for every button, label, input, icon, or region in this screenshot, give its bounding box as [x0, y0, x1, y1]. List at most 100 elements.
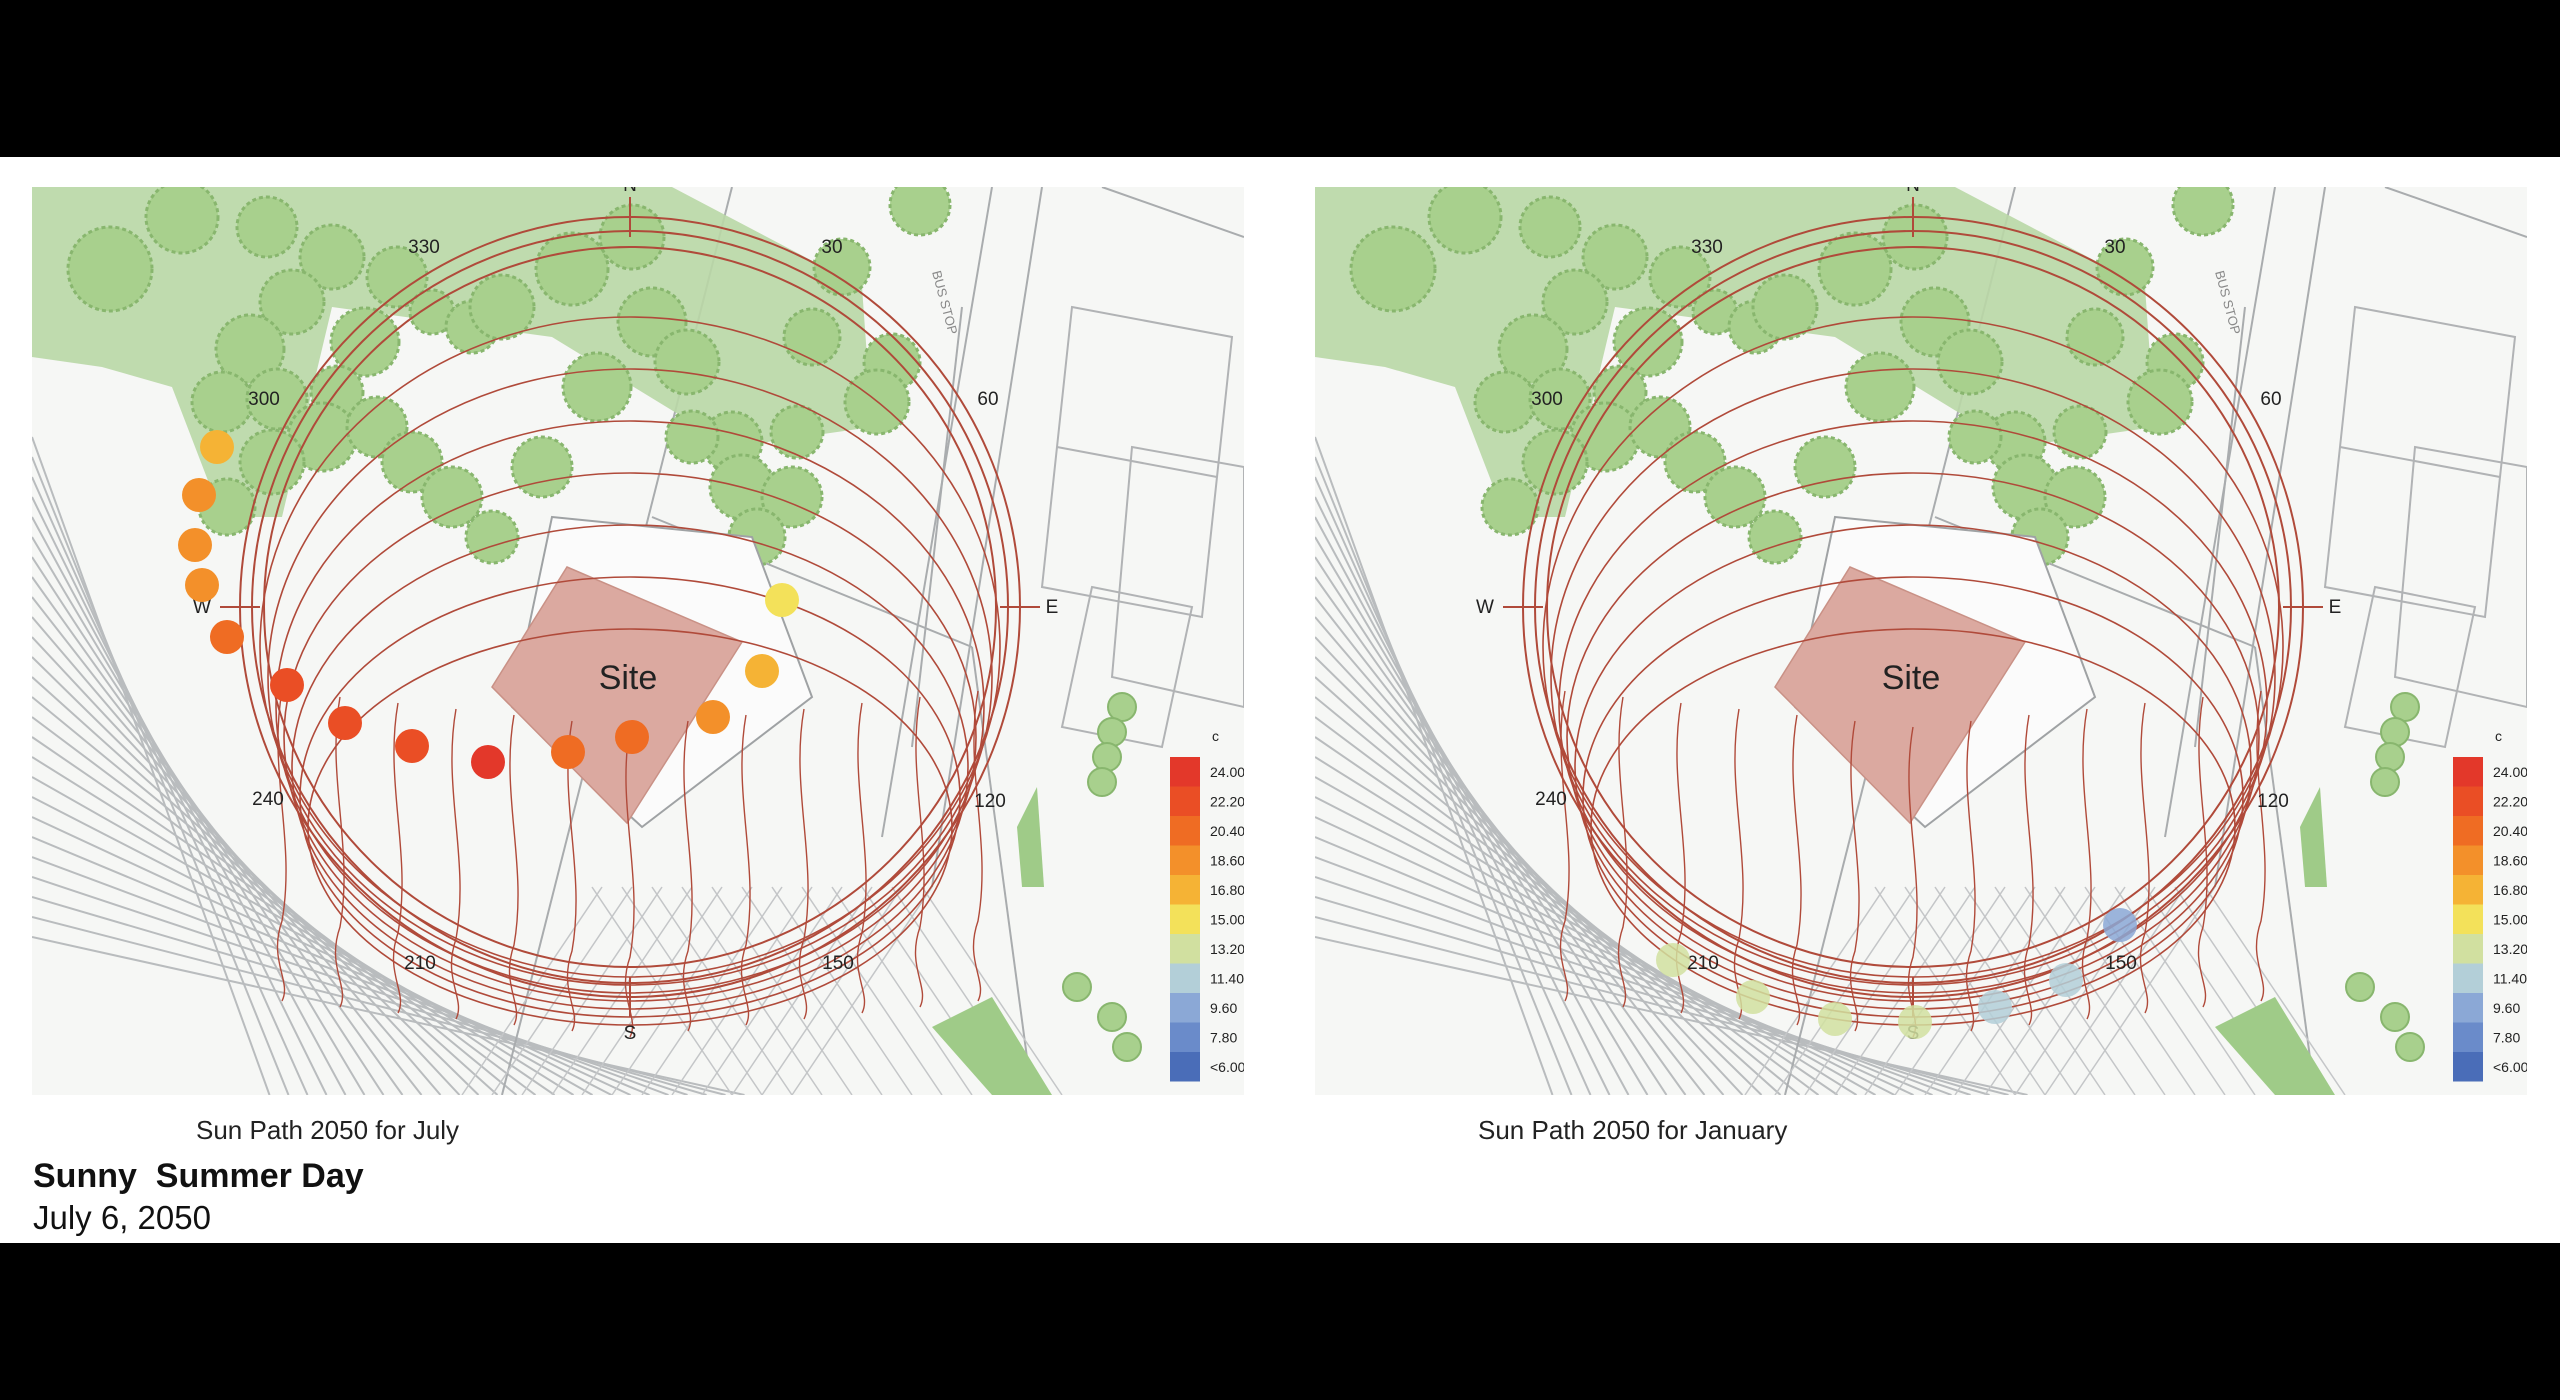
legend-swatch	[1170, 875, 1200, 905]
tree	[782, 307, 842, 367]
compass-120-label: 120	[974, 791, 1006, 812]
tree	[190, 370, 254, 434]
july-caption: Sun Path 2050 for July	[196, 1115, 460, 1145]
legend-swatch	[1170, 1052, 1200, 1082]
legend-label: 20.40	[2493, 823, 2527, 839]
sun-position-marker	[765, 583, 799, 617]
legend-swatch	[1170, 963, 1200, 993]
compass-150-label: 150	[2105, 953, 2137, 974]
sun-position-marker	[615, 720, 649, 754]
compass-240-label: 240	[1535, 789, 1567, 810]
sun-position-marker	[395, 729, 429, 763]
tree	[534, 231, 610, 307]
site-plan: SiteBUS STOPNSWE3060120150210240300330c2…	[32, 187, 1244, 1095]
compass-60-label: 60	[977, 389, 998, 410]
day-date: July 6, 2050	[33, 1199, 211, 1236]
tree	[1947, 409, 2003, 465]
tree	[2370, 767, 2400, 797]
legend-swatch	[2453, 757, 2483, 787]
compass-south-label: S	[624, 1023, 637, 1044]
sun-path-january-panel: SiteBUS STOPNSWE3060120150210240300330c2…	[1315, 187, 2527, 1095]
compass-east-label: E	[1046, 597, 1059, 618]
legend-unit: c	[2495, 728, 2502, 744]
legend-swatch	[2453, 786, 2483, 816]
legend-label: <6.00	[1210, 1059, 1244, 1075]
legend-label: 18.60	[2493, 853, 2527, 869]
compass-300-label: 300	[1531, 389, 1563, 410]
legend-swatch	[2453, 993, 2483, 1023]
tree	[1473, 370, 1537, 434]
legend-swatch	[2453, 816, 2483, 846]
legend-swatch	[2453, 963, 2483, 993]
tree	[2380, 717, 2410, 747]
tree	[1092, 742, 1122, 772]
legend-label: 9.60	[1210, 1000, 1237, 1016]
tree	[1427, 187, 1503, 255]
tree	[2380, 1002, 2410, 1032]
tree	[510, 435, 574, 499]
tree	[464, 509, 520, 565]
legend-label: 22.20	[2493, 794, 2527, 810]
tree	[1097, 1002, 1127, 1032]
site-label: Site	[1882, 659, 1941, 697]
tree	[653, 328, 721, 396]
sun-position-marker	[1898, 1005, 1932, 1039]
tree	[1349, 225, 1437, 313]
compass-240-label: 240	[252, 789, 284, 810]
legend-label: 16.80	[2493, 882, 2527, 898]
sun-path-july-panel: SiteBUS STOPNSWE3060120150210240300330c2…	[32, 187, 1244, 1095]
legend-swatch	[1170, 845, 1200, 875]
legend-label: 15.00	[1210, 912, 1244, 928]
tree	[2390, 692, 2420, 722]
legend-label: 20.40	[1210, 823, 1244, 839]
legend-label: 11.40	[2493, 971, 2527, 987]
sun-position-marker	[1978, 990, 2012, 1024]
tree	[468, 273, 536, 341]
compass-330-label: 330	[408, 237, 440, 258]
legend-label: 15.00	[2493, 912, 2527, 928]
sun-position-marker	[551, 735, 585, 769]
tree	[1751, 273, 1819, 341]
tree	[66, 225, 154, 313]
tree	[1097, 717, 1127, 747]
tree	[1793, 435, 1857, 499]
tree	[561, 351, 633, 423]
tree	[1112, 1032, 1142, 1062]
tree	[1062, 972, 1092, 1002]
sun-position-marker	[1818, 1002, 1852, 1036]
compass-60-label: 60	[2260, 389, 2281, 410]
compass-east-label: E	[2329, 597, 2342, 618]
sun-position-marker	[1736, 980, 1770, 1014]
tree	[2345, 972, 2375, 1002]
legend-swatch	[2453, 1022, 2483, 1052]
sun-position-marker	[185, 568, 219, 602]
tree	[1844, 351, 1916, 423]
legend-swatch	[1170, 934, 1200, 964]
legend-swatch	[2453, 934, 2483, 964]
tree	[1817, 231, 1893, 307]
legend-swatch	[1170, 904, 1200, 934]
site-plan: SiteBUS STOPNSWE3060120150210240300330c2…	[1315, 187, 2527, 1095]
compass-30-label: 30	[821, 237, 842, 258]
legend-swatch	[1170, 1022, 1200, 1052]
legend-label: <6.00	[2493, 1059, 2527, 1075]
legend-label: 13.20	[2493, 941, 2527, 957]
sun-position-marker	[328, 706, 362, 740]
tree	[1518, 195, 1582, 259]
tree	[1881, 203, 1949, 271]
legend-label: 7.80	[1210, 1030, 1237, 1046]
tree	[2395, 1032, 2425, 1062]
legend-label: 13.20	[1210, 941, 1244, 957]
tree	[1747, 509, 1803, 565]
tree	[235, 195, 299, 259]
legend-label: 24.00<	[1210, 764, 1244, 780]
tree	[769, 404, 825, 460]
legend-swatch	[1170, 757, 1200, 787]
tree	[1107, 692, 1137, 722]
tree	[2065, 307, 2125, 367]
legend-label: 11.40	[1210, 971, 1244, 987]
sun-position-marker	[178, 528, 212, 562]
sun-position-marker	[270, 668, 304, 702]
tree	[1480, 477, 1540, 537]
tree	[598, 203, 666, 271]
